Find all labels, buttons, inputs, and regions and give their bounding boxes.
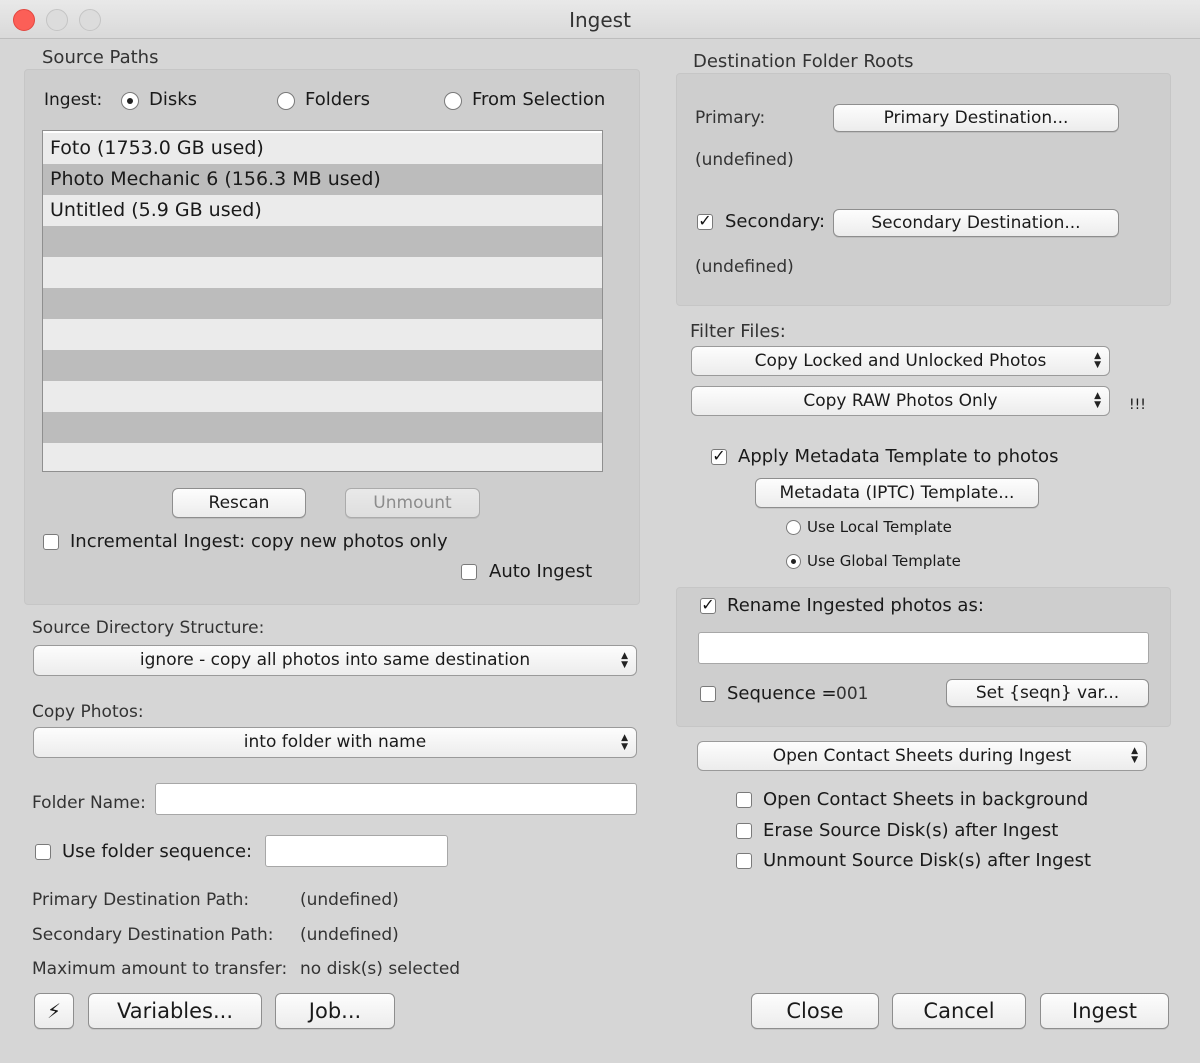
use-folder-sequence-label: Use folder sequence:	[62, 841, 253, 862]
ingest-button[interactable]: Ingest	[1040, 993, 1169, 1029]
updown-arrows-icon: ▲ ▼	[1131, 746, 1138, 765]
copy-photos-label: Copy Photos:	[32, 702, 144, 722]
contact-sheets-select[interactable]: Open Contact Sheets during Ingest ▲ ▼	[697, 741, 1147, 771]
empty-row	[43, 350, 602, 381]
use-local-template-label: Use Local Template	[807, 518, 952, 536]
erase-source-label: Erase Source Disk(s) after Ingest	[763, 820, 1059, 841]
use-local-template-radio[interactable]	[786, 520, 801, 535]
updown-arrows-icon: ▲ ▼	[621, 732, 628, 752]
erase-source-checkbox[interactable]	[736, 823, 752, 839]
empty-row	[43, 226, 602, 257]
updown-arrows-icon: ▲ ▼	[621, 650, 628, 670]
folder-sequence-input[interactable]	[265, 835, 448, 867]
unmount-source-checkbox[interactable]	[736, 853, 752, 869]
secondary-path-value: (undefined)	[300, 925, 399, 945]
raw-filter-value: Copy RAW Photos Only	[803, 391, 998, 411]
lightning-icon: ⚡	[46, 999, 62, 1023]
empty-row	[43, 319, 602, 350]
copy-photos-select[interactable]: into folder with name ▲ ▼	[33, 727, 637, 758]
contact-sheets-background-checkbox[interactable]	[736, 792, 752, 808]
source-paths-heading: Source Paths	[42, 47, 159, 68]
raw-filter-select[interactable]: Copy RAW Photos Only ▲ ▼	[691, 386, 1110, 416]
empty-row	[43, 412, 602, 443]
max-transfer-label: Maximum amount to transfer:	[32, 959, 288, 979]
updown-arrows-icon: ▲ ▼	[1094, 351, 1101, 370]
contact-sheets-value: Open Contact Sheets during Ingest	[772, 746, 1072, 766]
incremental-ingest-checkbox[interactable]	[43, 534, 59, 550]
rename-input[interactable]	[698, 632, 1149, 664]
secondary-label: Secondary:	[725, 211, 826, 232]
radio-from-selection-label: From Selection	[472, 89, 606, 110]
rename-checkbox[interactable]: ✓	[700, 597, 716, 614]
secondary-destination-button[interactable]: Secondary Destination...	[833, 209, 1119, 237]
lightning-button[interactable]: ⚡	[34, 993, 74, 1029]
apply-metadata-checkbox[interactable]: ✓	[711, 448, 727, 465]
sequence-value: 001	[836, 684, 869, 704]
close-button[interactable]: Close	[751, 993, 879, 1029]
empty-row	[43, 257, 602, 288]
empty-row	[43, 443, 602, 471]
disk-row-photo-mechanic[interactable]: Photo Mechanic 6 (156.3 MB used)	[43, 164, 602, 195]
secondary-destination-value: (undefined)	[695, 257, 794, 277]
primary-path-value: (undefined)	[300, 890, 399, 910]
secondary-checkbox[interactable]: ✓	[697, 213, 713, 230]
source-structure-value: ignore - copy all photos into same desti…	[139, 650, 531, 670]
destination-heading: Destination Folder Roots	[693, 51, 914, 72]
source-structure-label: Source Directory Structure:	[32, 618, 265, 638]
empty-row	[43, 381, 602, 412]
empty-row	[43, 288, 602, 319]
ingest-label: Ingest:	[44, 90, 103, 110]
radio-disks[interactable]	[121, 92, 139, 110]
set-seqn-button[interactable]: Set {seqn} var...	[946, 679, 1149, 707]
unmount-source-label: Unmount Source Disk(s) after Ingest	[763, 850, 1092, 871]
lock-filter-value: Copy Locked and Unlocked Photos	[754, 351, 1047, 371]
max-transfer-value: no disk(s) selected	[300, 959, 461, 979]
rescan-button[interactable]: Rescan	[172, 488, 306, 518]
disk-row-untitled[interactable]: Untitled (5.9 GB used)	[43, 195, 602, 226]
incremental-ingest-label: Incremental Ingest: copy new photos only	[70, 531, 448, 552]
unmount-button[interactable]: Unmount	[345, 488, 480, 518]
secondary-path-label: Secondary Destination Path:	[32, 925, 274, 945]
source-structure-select[interactable]: ignore - copy all photos into same desti…	[33, 645, 637, 676]
use-global-template-label: Use Global Template	[807, 552, 961, 570]
sequence-checkbox[interactable]	[700, 686, 716, 702]
sequence-label: Sequence =	[727, 683, 837, 704]
updown-arrows-icon: ▲ ▼	[1094, 391, 1101, 410]
apply-metadata-label: Apply Metadata Template to photos	[738, 446, 1059, 467]
folder-name-input[interactable]	[155, 783, 637, 815]
disk-row-foto[interactable]: Foto (1753.0 GB used)	[43, 133, 602, 164]
copy-photos-value: into folder with name	[243, 732, 427, 752]
primary-path-label: Primary Destination Path:	[32, 890, 250, 910]
use-global-template-radio[interactable]	[786, 554, 801, 569]
radio-from-selection[interactable]	[444, 92, 462, 110]
disk-list[interactable]: Foto (1753.0 GB used) Photo Mechanic 6 (…	[42, 130, 603, 472]
radio-folders[interactable]	[277, 92, 295, 110]
filter-files-label: Filter Files:	[690, 321, 786, 342]
folder-name-label: Folder Name:	[32, 793, 146, 813]
metadata-template-button[interactable]: Metadata (IPTC) Template...	[755, 478, 1039, 508]
contact-sheets-background-label: Open Contact Sheets in background	[763, 789, 1089, 810]
primary-label: Primary:	[695, 108, 766, 128]
radio-folders-label: Folders	[305, 89, 371, 110]
use-folder-sequence-checkbox[interactable]	[35, 844, 51, 860]
job-button[interactable]: Job...	[275, 993, 395, 1029]
cancel-button[interactable]: Cancel	[892, 993, 1026, 1029]
variables-button[interactable]: Variables...	[88, 993, 262, 1029]
primary-destination-value: (undefined)	[695, 150, 794, 170]
rename-label: Rename Ingested photos as:	[727, 595, 984, 616]
radio-disks-label: Disks	[149, 89, 198, 110]
lock-filter-select[interactable]: Copy Locked and Unlocked Photos ▲ ▼	[691, 346, 1110, 376]
filter-warning-indicator: !!!	[1129, 397, 1146, 413]
auto-ingest-label: Auto Ingest	[489, 561, 593, 582]
auto-ingest-checkbox[interactable]	[461, 564, 477, 580]
primary-destination-button[interactable]: Primary Destination...	[833, 104, 1119, 132]
window-title: Ingest	[569, 8, 631, 32]
